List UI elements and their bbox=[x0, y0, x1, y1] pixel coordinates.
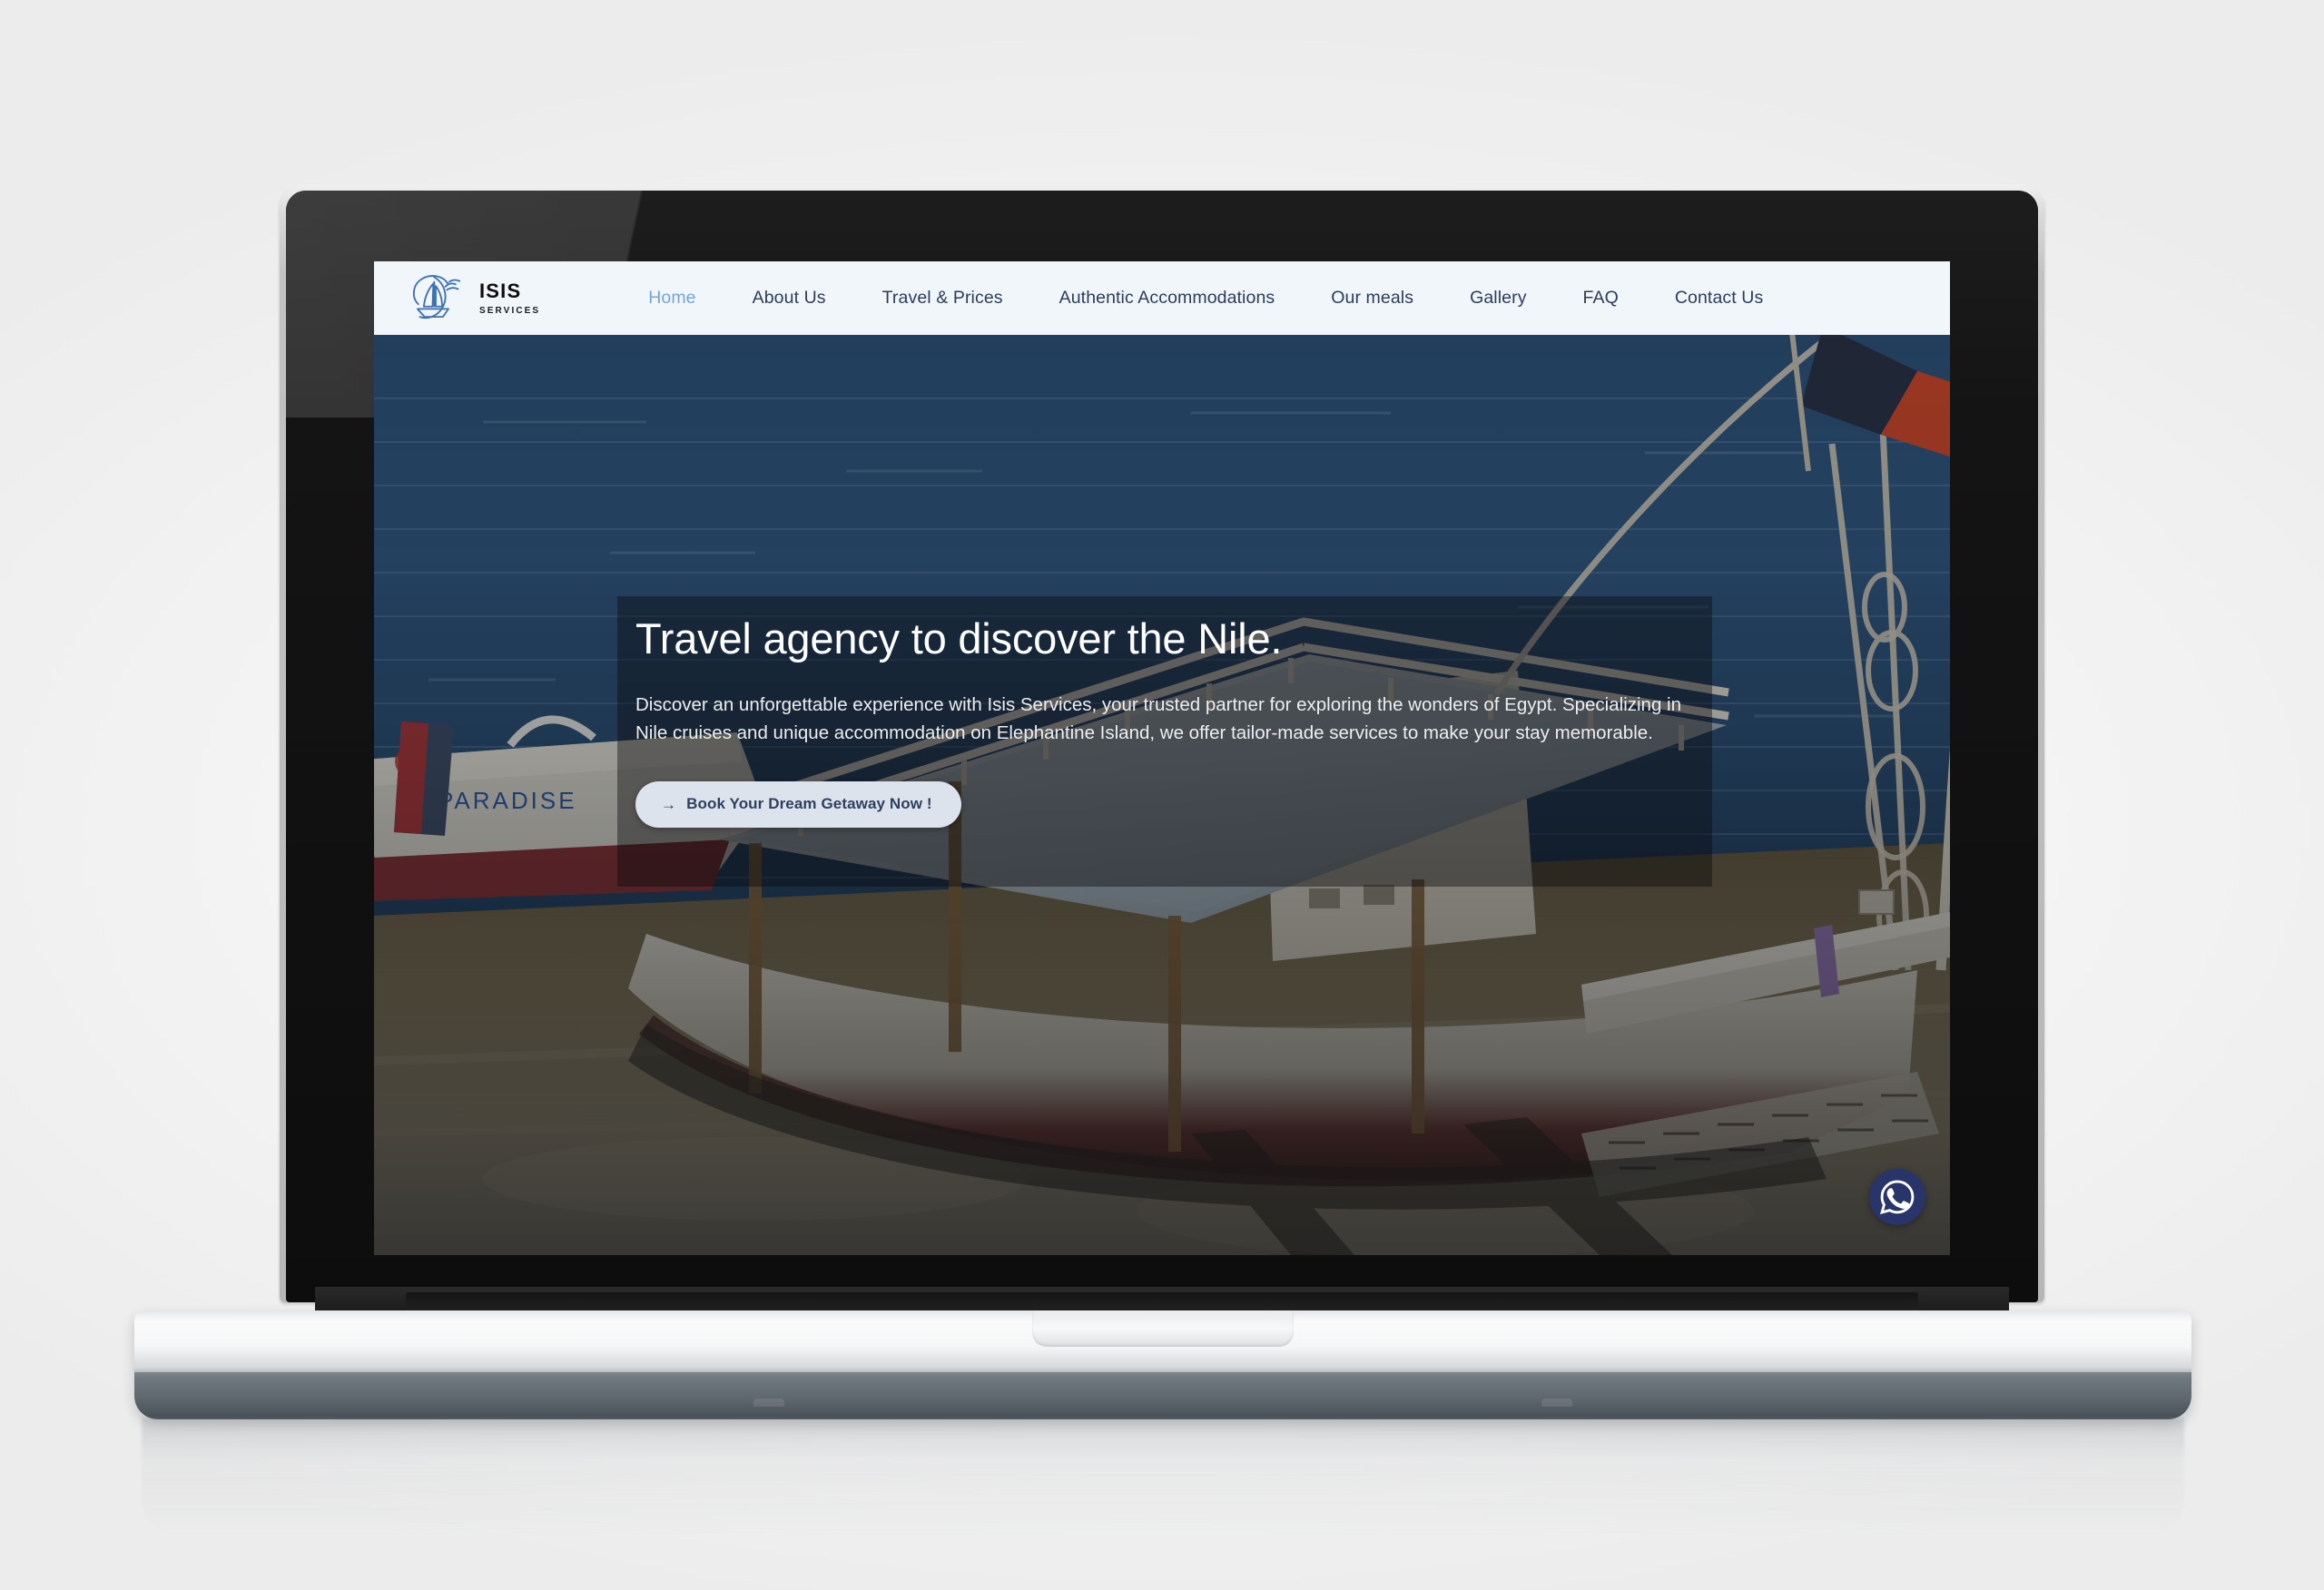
book-getaway-button-label: Book Your Dream Getaway Now ! bbox=[686, 795, 932, 813]
arrow-right-icon: → bbox=[661, 795, 677, 813]
laptop-base bbox=[134, 1310, 2191, 1419]
base-open-notch bbox=[1032, 1310, 1294, 1347]
hero-section: PARADISE bbox=[374, 335, 1950, 1255]
base-foot-left bbox=[753, 1399, 784, 1407]
nav-item-home[interactable]: Home bbox=[620, 288, 724, 309]
whatsapp-chat-button[interactable] bbox=[1869, 1169, 1925, 1225]
nav-item-travel-and-prices[interactable]: Travel & Prices bbox=[854, 288, 1031, 309]
nav-item-gallery[interactable]: Gallery bbox=[1442, 288, 1554, 309]
base-foot-right bbox=[1541, 1399, 1572, 1407]
brand-wordmark: ISIS SERVICES bbox=[479, 279, 541, 316]
laptop-reflection bbox=[142, 1418, 2184, 1537]
browser-viewport: ISIS SERVICES Home About Us Travel & Pri… bbox=[374, 261, 1950, 1255]
nav-item-authentic-accommodations[interactable]: Authentic Accommodations bbox=[1031, 288, 1304, 309]
laptop-mockup: ISIS SERVICES Home About Us Travel & Pri… bbox=[0, 0, 2324, 1590]
whatsapp-icon bbox=[1880, 1180, 1915, 1214]
book-getaway-button[interactable]: → Book Your Dream Getaway Now ! bbox=[635, 781, 961, 829]
nav-item-our-meals[interactable]: Our meals bbox=[1303, 288, 1442, 309]
site-nav-links: Home About Us Travel & Prices Authentic … bbox=[620, 288, 1791, 309]
hero-content: Travel agency to discover the Nile. Disc… bbox=[635, 614, 1707, 829]
site-navbar: ISIS SERVICES Home About Us Travel & Pri… bbox=[374, 261, 1950, 335]
hero-description: Discover an unforgettable experience wit… bbox=[635, 693, 1682, 743]
brand-logo[interactable]: ISIS SERVICES bbox=[410, 272, 540, 325]
sailboat-wave-logo-icon bbox=[412, 274, 461, 319]
nav-item-faq[interactable]: FAQ bbox=[1555, 288, 1647, 309]
nav-item-about-us[interactable]: About Us bbox=[724, 288, 854, 309]
nav-item-contact-us[interactable]: Contact Us bbox=[1647, 288, 1791, 309]
brand-name: ISIS bbox=[479, 279, 522, 302]
brand-tagline: SERVICES bbox=[479, 305, 541, 316]
hero-title: Travel agency to discover the Nile. bbox=[635, 614, 1283, 662]
